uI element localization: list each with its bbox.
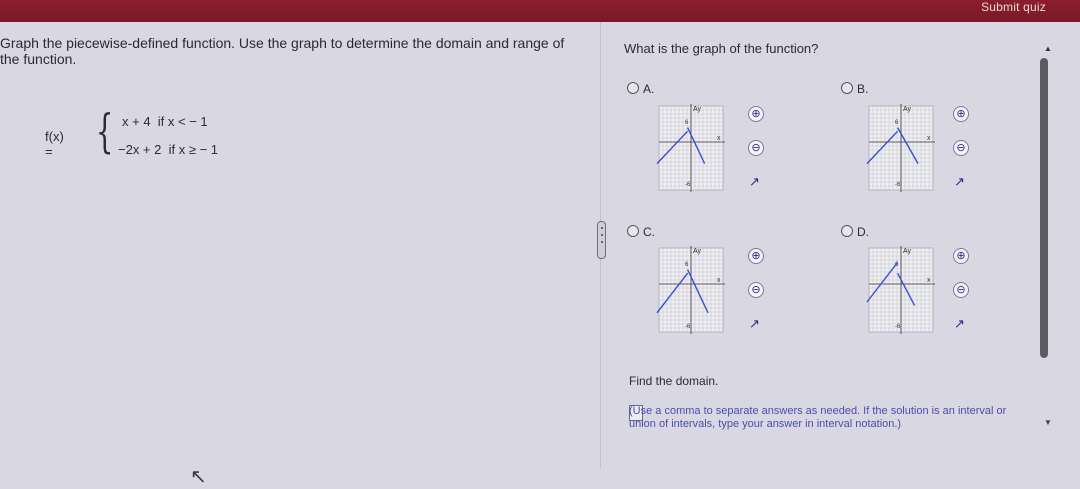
zoom-out-icon[interactable]: ⊖	[748, 140, 764, 156]
scroll-up-icon[interactable]: ▲	[1044, 44, 1052, 53]
zoom-in-icon[interactable]: ⊕	[748, 248, 764, 264]
right-pane: What is the graph of the function? A. Ay…	[605, 22, 1045, 468]
submit-quiz-button[interactable]: Submit quiz	[981, 0, 1046, 14]
y-axis-label: Ay	[693, 106, 702, 113]
hint-text: (Use a comma to separate answers as need…	[629, 405, 1029, 431]
graph-c: Ayx6-6	[656, 246, 725, 334]
question-text: Graph the piecewise-defined function. Us…	[0, 35, 565, 67]
zoom-in-icon[interactable]: ⊕	[953, 106, 969, 122]
option-c[interactable]: C.	[627, 225, 655, 239]
graph-d: Ayx6-6	[866, 246, 935, 334]
graph-a: Ayx6-6	[656, 104, 725, 192]
external-link-icon[interactable]: ↗	[749, 316, 760, 332]
external-link-icon[interactable]: ↗	[954, 316, 965, 332]
piece-2: −2x + 2 if x ≥ − 1	[118, 142, 218, 157]
option-c-label: C.	[643, 225, 655, 239]
scroll-down-icon[interactable]: ▼	[1044, 418, 1052, 427]
tick-label: -6	[685, 324, 691, 330]
piece-2-cond: if x ≥ − 1	[168, 142, 219, 157]
radio-c[interactable]	[627, 225, 639, 237]
tick-label: -6	[685, 182, 691, 188]
top-bar: Submit quiz	[0, 0, 1080, 22]
option-a[interactable]: A.	[627, 82, 654, 96]
zoom-in-icon[interactable]: ⊕	[748, 106, 764, 122]
function-label: f(x) =	[45, 129, 64, 159]
radio-d[interactable]	[841, 225, 853, 237]
x-axis-label: x	[927, 135, 931, 142]
piece-2-expr: −2x + 2	[118, 142, 162, 157]
option-d[interactable]: D.	[841, 225, 869, 239]
option-a-label: A.	[643, 82, 655, 96]
x-axis-label: x	[927, 277, 931, 284]
y-axis-label: Ay	[903, 248, 912, 255]
option-b[interactable]: B.	[841, 82, 868, 96]
graph-question: What is the graph of the function?	[624, 41, 819, 56]
graph-b: Ayx6-6	[866, 104, 935, 192]
hint-text-body: (Use a comma to separate answers as need…	[629, 405, 1007, 430]
zoom-in-icon[interactable]: ⊕	[953, 248, 969, 264]
external-link-icon[interactable]: ↗	[749, 174, 760, 190]
x-axis-label: x	[717, 135, 721, 142]
radio-a[interactable]	[627, 82, 639, 94]
zoom-out-icon[interactable]: ⊖	[748, 282, 764, 298]
y-axis-label: Ay	[903, 106, 912, 113]
tick-label: -6	[895, 324, 901, 330]
zoom-out-icon[interactable]: ⊖	[953, 282, 969, 298]
piece-1: x + 4 if x < − 1	[122, 114, 208, 129]
piece-1-expr: x + 4	[122, 114, 151, 129]
left-pane: Graph the piecewise-defined function. Us…	[0, 22, 598, 488]
piece-1-cond: if x < − 1	[157, 114, 208, 129]
tick-label: -6	[895, 182, 901, 188]
option-b-label: B.	[857, 82, 869, 96]
x-axis-label: x	[717, 277, 721, 284]
external-link-icon[interactable]: ↗	[954, 174, 965, 190]
find-domain-label: Find the domain.	[629, 374, 719, 388]
option-d-label: D.	[857, 225, 869, 239]
zoom-out-icon[interactable]: ⊖	[953, 140, 969, 156]
y-axis-label: Ay	[693, 248, 702, 255]
radio-b[interactable]	[841, 82, 853, 94]
brace: {	[95, 104, 114, 158]
scrollbar-thumb[interactable]	[1040, 58, 1048, 358]
